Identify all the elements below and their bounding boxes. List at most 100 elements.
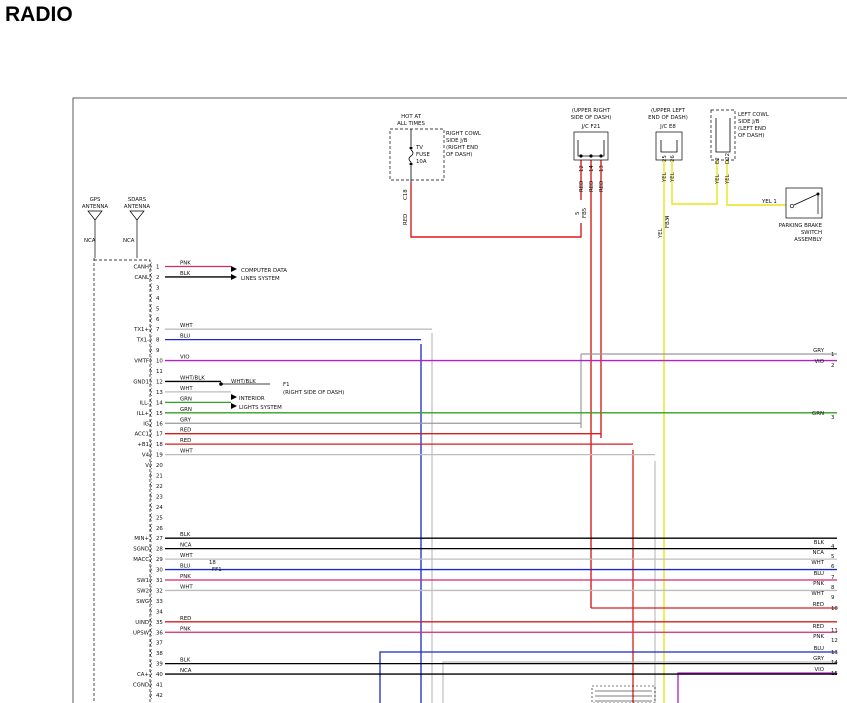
lc-side-2: SIDE J/B — [738, 119, 760, 125]
wire-color-label: RED — [180, 438, 191, 444]
pin-terminal — [150, 513, 153, 522]
pin-signal: MACC — [133, 557, 149, 563]
fb3-wire: YEL — [658, 228, 664, 239]
pin-signal: V — [145, 463, 149, 469]
right-pin-14: GRY 14 — [813, 656, 838, 666]
pin-number: 35 — [156, 620, 163, 626]
right-pin-15: VIO 15 — [814, 667, 837, 677]
pin-number: 24 — [156, 505, 163, 511]
pin-terminal — [150, 481, 153, 491]
fuse-label-1: TV — [415, 145, 423, 151]
pin-terminal — [150, 356, 153, 365]
gps-label-2: ANTENNA — [82, 204, 108, 210]
wire-color-label: BLU — [180, 334, 190, 340]
wire-color-label: VIO — [180, 355, 190, 361]
pin-row-12: GND1 12 WHT/BLK — [133, 375, 221, 386]
pin-number: 5 — [156, 306, 159, 312]
pin-terminal — [150, 439, 153, 449]
wire-color-label: NCA — [180, 543, 192, 549]
f21-junction — [579, 154, 583, 158]
pin-number: 11 — [156, 369, 163, 375]
pin-row-24: 24 — [150, 502, 163, 512]
pin-row-1: CANH 1 PNK — [133, 261, 231, 271]
right-pin-wire: GRY — [813, 656, 825, 662]
right-pin-number: 6 — [831, 564, 835, 570]
right-pin-wire: GRY — [813, 348, 825, 354]
wire-color-label: RED — [180, 616, 191, 622]
wire-color-label: PNK — [180, 626, 191, 632]
pin-row-38: 38 — [150, 648, 163, 658]
pin-row-26: 26 — [150, 523, 163, 532]
jc-f21-label-3: J/C F21 — [581, 124, 601, 130]
right-pin-wire: BLK — [814, 540, 825, 546]
right-pin-13: BLU 13 — [814, 646, 838, 656]
f21-junction — [599, 154, 603, 158]
sdars-label-2: ANTENNA — [124, 204, 150, 210]
pin-row-10: VMTF 10 VIO — [134, 355, 837, 365]
pin-signal: SW1 — [137, 578, 149, 584]
pin-number: 42 — [156, 693, 163, 699]
pin-row-22: 22 — [150, 481, 163, 491]
pin-row-21: 21 — [150, 471, 163, 480]
pin-row-37: 37 — [150, 638, 163, 647]
pin-row-35: UIND 35 RED — [135, 616, 837, 627]
sdars-nca: NCA — [123, 238, 135, 244]
f21-pin-number: 13 — [599, 165, 605, 172]
pin-number: 34 — [156, 609, 163, 615]
pin-signal: UIND — [135, 620, 149, 626]
right-pin-number: 15 — [831, 671, 838, 677]
pin-number: 33 — [156, 599, 163, 605]
wire-vio-bottom — [677, 672, 837, 703]
wiring-diagram: CANH 1PNKCANL 2BLK3456TX1+ 7WHTTX1- 8BLU9VMT… — [72, 97, 847, 703]
right-pin-number: 7 — [831, 575, 834, 581]
wire-color-label: GRN — [180, 407, 192, 413]
pin-terminal — [150, 345, 153, 355]
lc-pin-number: D22 — [725, 153, 731, 164]
pin-number: 10 — [156, 359, 163, 365]
pin-number: 23 — [156, 494, 163, 500]
f1-label: F1 — [283, 382, 290, 388]
fb3-pin: 4 — [665, 215, 671, 219]
pin-signal: ILL- — [140, 400, 150, 406]
pin-row-23: 23 — [150, 492, 163, 501]
pin-row-30: 30 BLU — [150, 564, 837, 574]
pin-row-2: CANL 2 BLK — [135, 271, 231, 282]
computer-label-2: LINES SYSTEM — [241, 276, 280, 282]
fuse-label-2: FUSE — [416, 152, 430, 158]
pin-terminal — [150, 596, 153, 606]
pin-number: 36 — [156, 630, 163, 636]
f21-wire-color: RED — [599, 181, 605, 192]
parking-label-2: SWITCH — [801, 230, 822, 236]
lc-side-4: OF DASH) — [738, 133, 764, 139]
ff1-num: 18 — [209, 560, 216, 566]
pin-number: 38 — [156, 651, 163, 657]
jc-f21-label-1: (UPPER RIGHT — [572, 108, 611, 114]
pin-terminal — [150, 533, 153, 543]
pin-number: 31 — [156, 578, 163, 584]
rc-side-4: OF DASH) — [446, 152, 472, 158]
pin-row-18: +B1 18 RED — [137, 438, 633, 449]
pin-signal: TX1- — [136, 338, 149, 344]
pin-number: 12 — [156, 379, 163, 385]
pin-terminal — [150, 492, 153, 501]
pin-signal: CA+ — [137, 672, 149, 678]
f21-pin-number: 14 — [589, 165, 595, 172]
wire-color-label: PNK — [180, 574, 191, 580]
wire-color-label: GRY — [180, 417, 192, 423]
right-pin-number: 10 — [831, 606, 838, 612]
pin-rows: CANH 1PNKCANL 2BLK3456TX1+ 7WHTTX1- 8BLU9VMT… — [133, 261, 837, 700]
pin-terminal — [150, 638, 153, 647]
pin-number: 25 — [156, 515, 163, 521]
left-cowl-jb: LEFT COWL SIDE J/B (LEFT END OF DASH) E2… — [710, 109, 769, 185]
pin-terminal — [150, 419, 153, 428]
pin-signal: CANL — [135, 275, 150, 281]
pin-row-28: SGND 28 NCA — [133, 543, 837, 553]
right-pin-12: PNK 12 — [813, 634, 838, 644]
wire-color-label: WHT — [180, 386, 193, 392]
pin-row-9: 9 — [150, 345, 160, 355]
wire-yel-park — [726, 160, 786, 206]
radio-connector-outline — [93, 258, 151, 703]
interior-label-2: LIGHTS SYSTEM — [239, 405, 282, 411]
pin-number: 21 — [156, 474, 163, 480]
pin-row-13: 13 WHT — [150, 386, 231, 397]
